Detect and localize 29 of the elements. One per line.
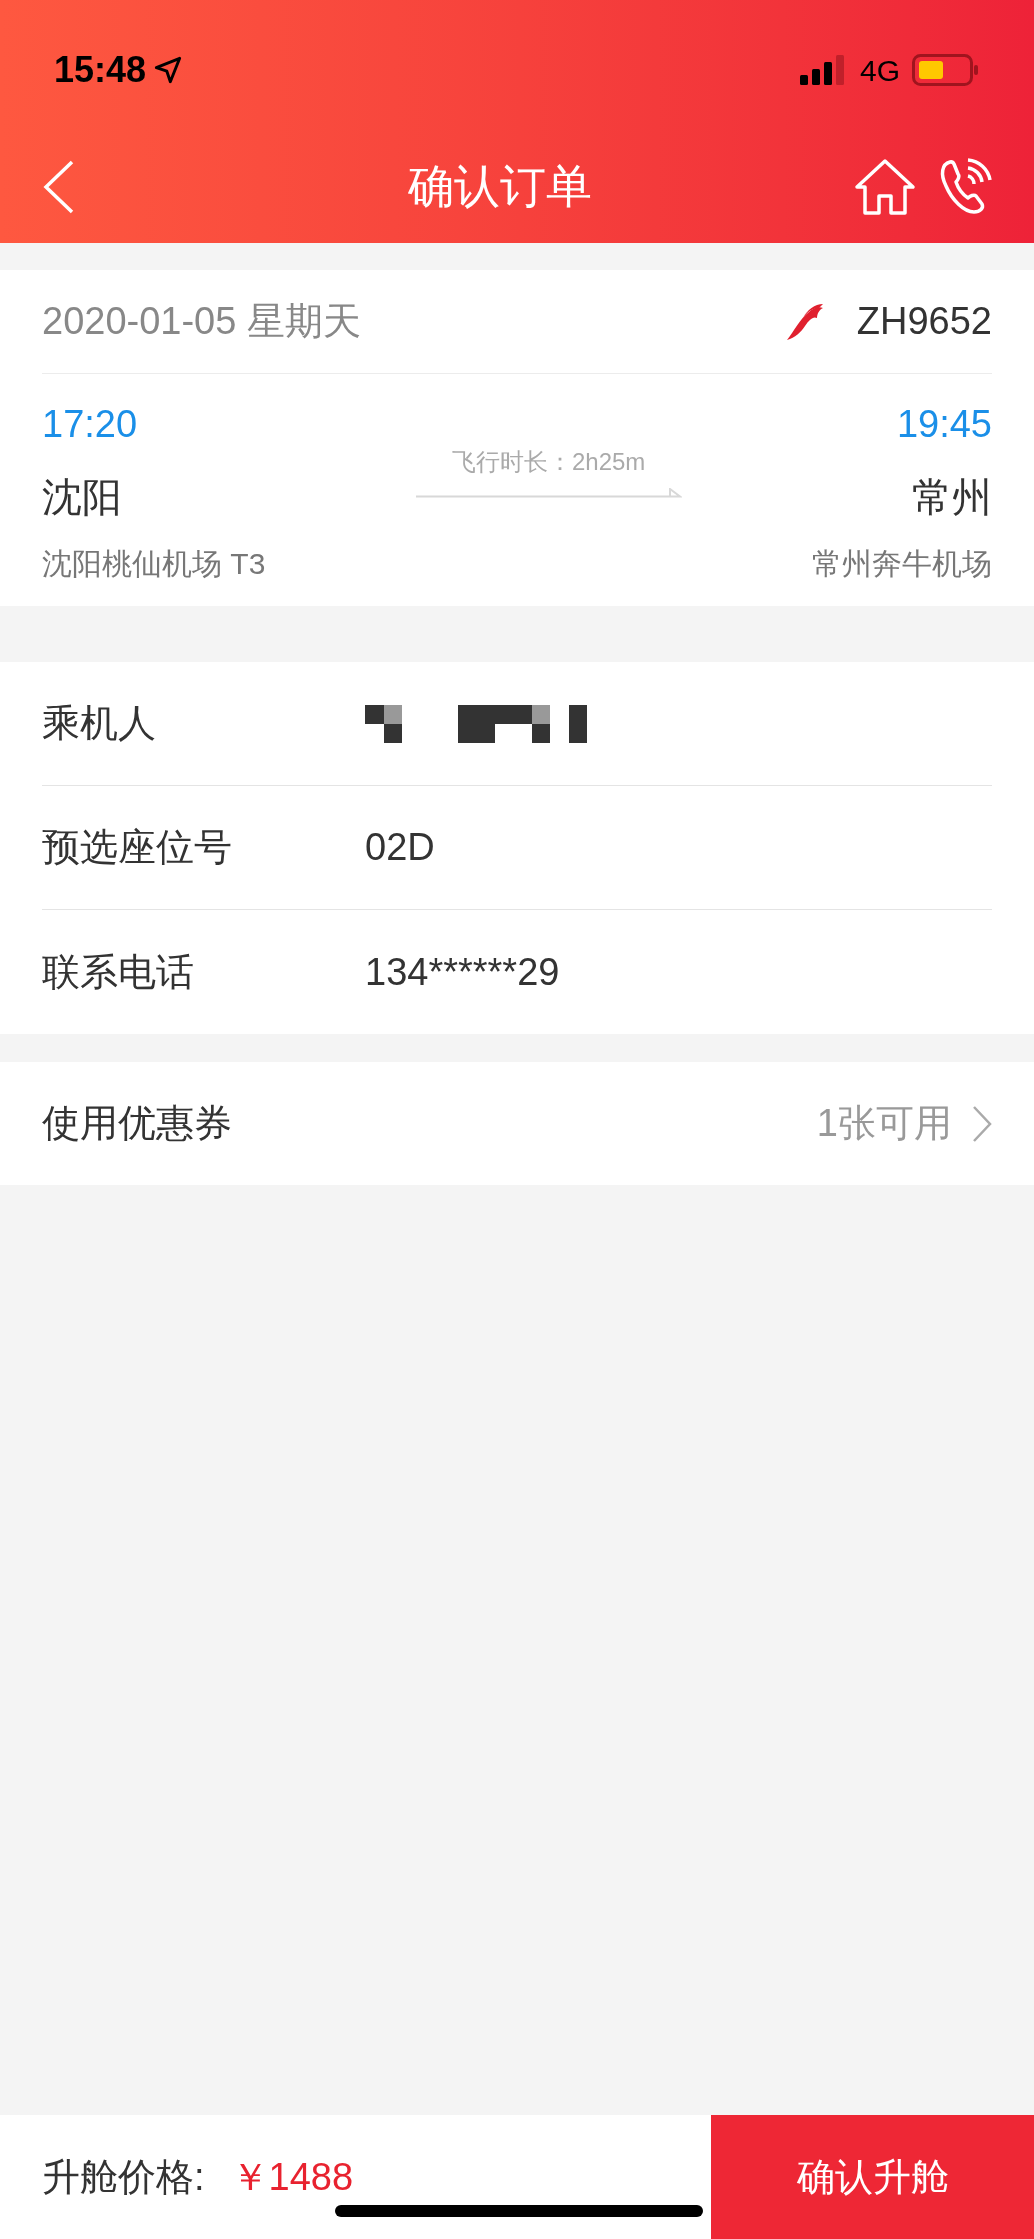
departure-city: 沈阳 xyxy=(42,474,123,521)
arrival-time: 19:45 xyxy=(896,402,992,447)
price-value: ￥1488 xyxy=(230,2154,354,2200)
field-value: 134******29 xyxy=(365,949,560,995)
battery-icon xyxy=(912,54,980,86)
flight-number: ZH9652 xyxy=(856,299,992,344)
phone-icon[interactable] xyxy=(938,157,992,216)
network-label: 4G xyxy=(859,52,900,89)
field-label: 乘机人 xyxy=(42,701,157,746)
price-label: 升舱价格: xyxy=(42,2154,205,2200)
home-icon[interactable] xyxy=(854,157,916,216)
field-value: 02D xyxy=(365,825,435,870)
field-label: 联系电话 xyxy=(42,949,195,995)
coupon-row[interactable]: 使用优惠券 1张可用 xyxy=(0,1062,1034,1185)
chevron-right-icon xyxy=(972,1104,992,1143)
location-arrow-icon xyxy=(154,56,183,84)
back-icon[interactable] xyxy=(42,158,76,215)
field-label: 预选座位号 xyxy=(42,825,233,870)
departure-airport: 沈阳桃仙机场 T3 xyxy=(42,546,266,582)
page-title: 确认订单 xyxy=(408,159,592,214)
confirm-upgrade-button[interactable]: 确认升舱 xyxy=(711,2115,1034,2239)
coupon-label: 使用优惠券 xyxy=(42,1101,232,1146)
arrival-city: 常州 xyxy=(912,474,992,521)
arrival-airport: 常州奔牛机场 xyxy=(812,546,992,582)
departure-time: 17:20 xyxy=(42,402,139,447)
flight-date: 2020-01-05 星期天 xyxy=(42,299,361,344)
flight-duration: 飞行时长：2h25m xyxy=(451,447,646,477)
status-time: 15:48 xyxy=(54,48,147,92)
coupon-count: 1张可用 xyxy=(816,1101,952,1146)
